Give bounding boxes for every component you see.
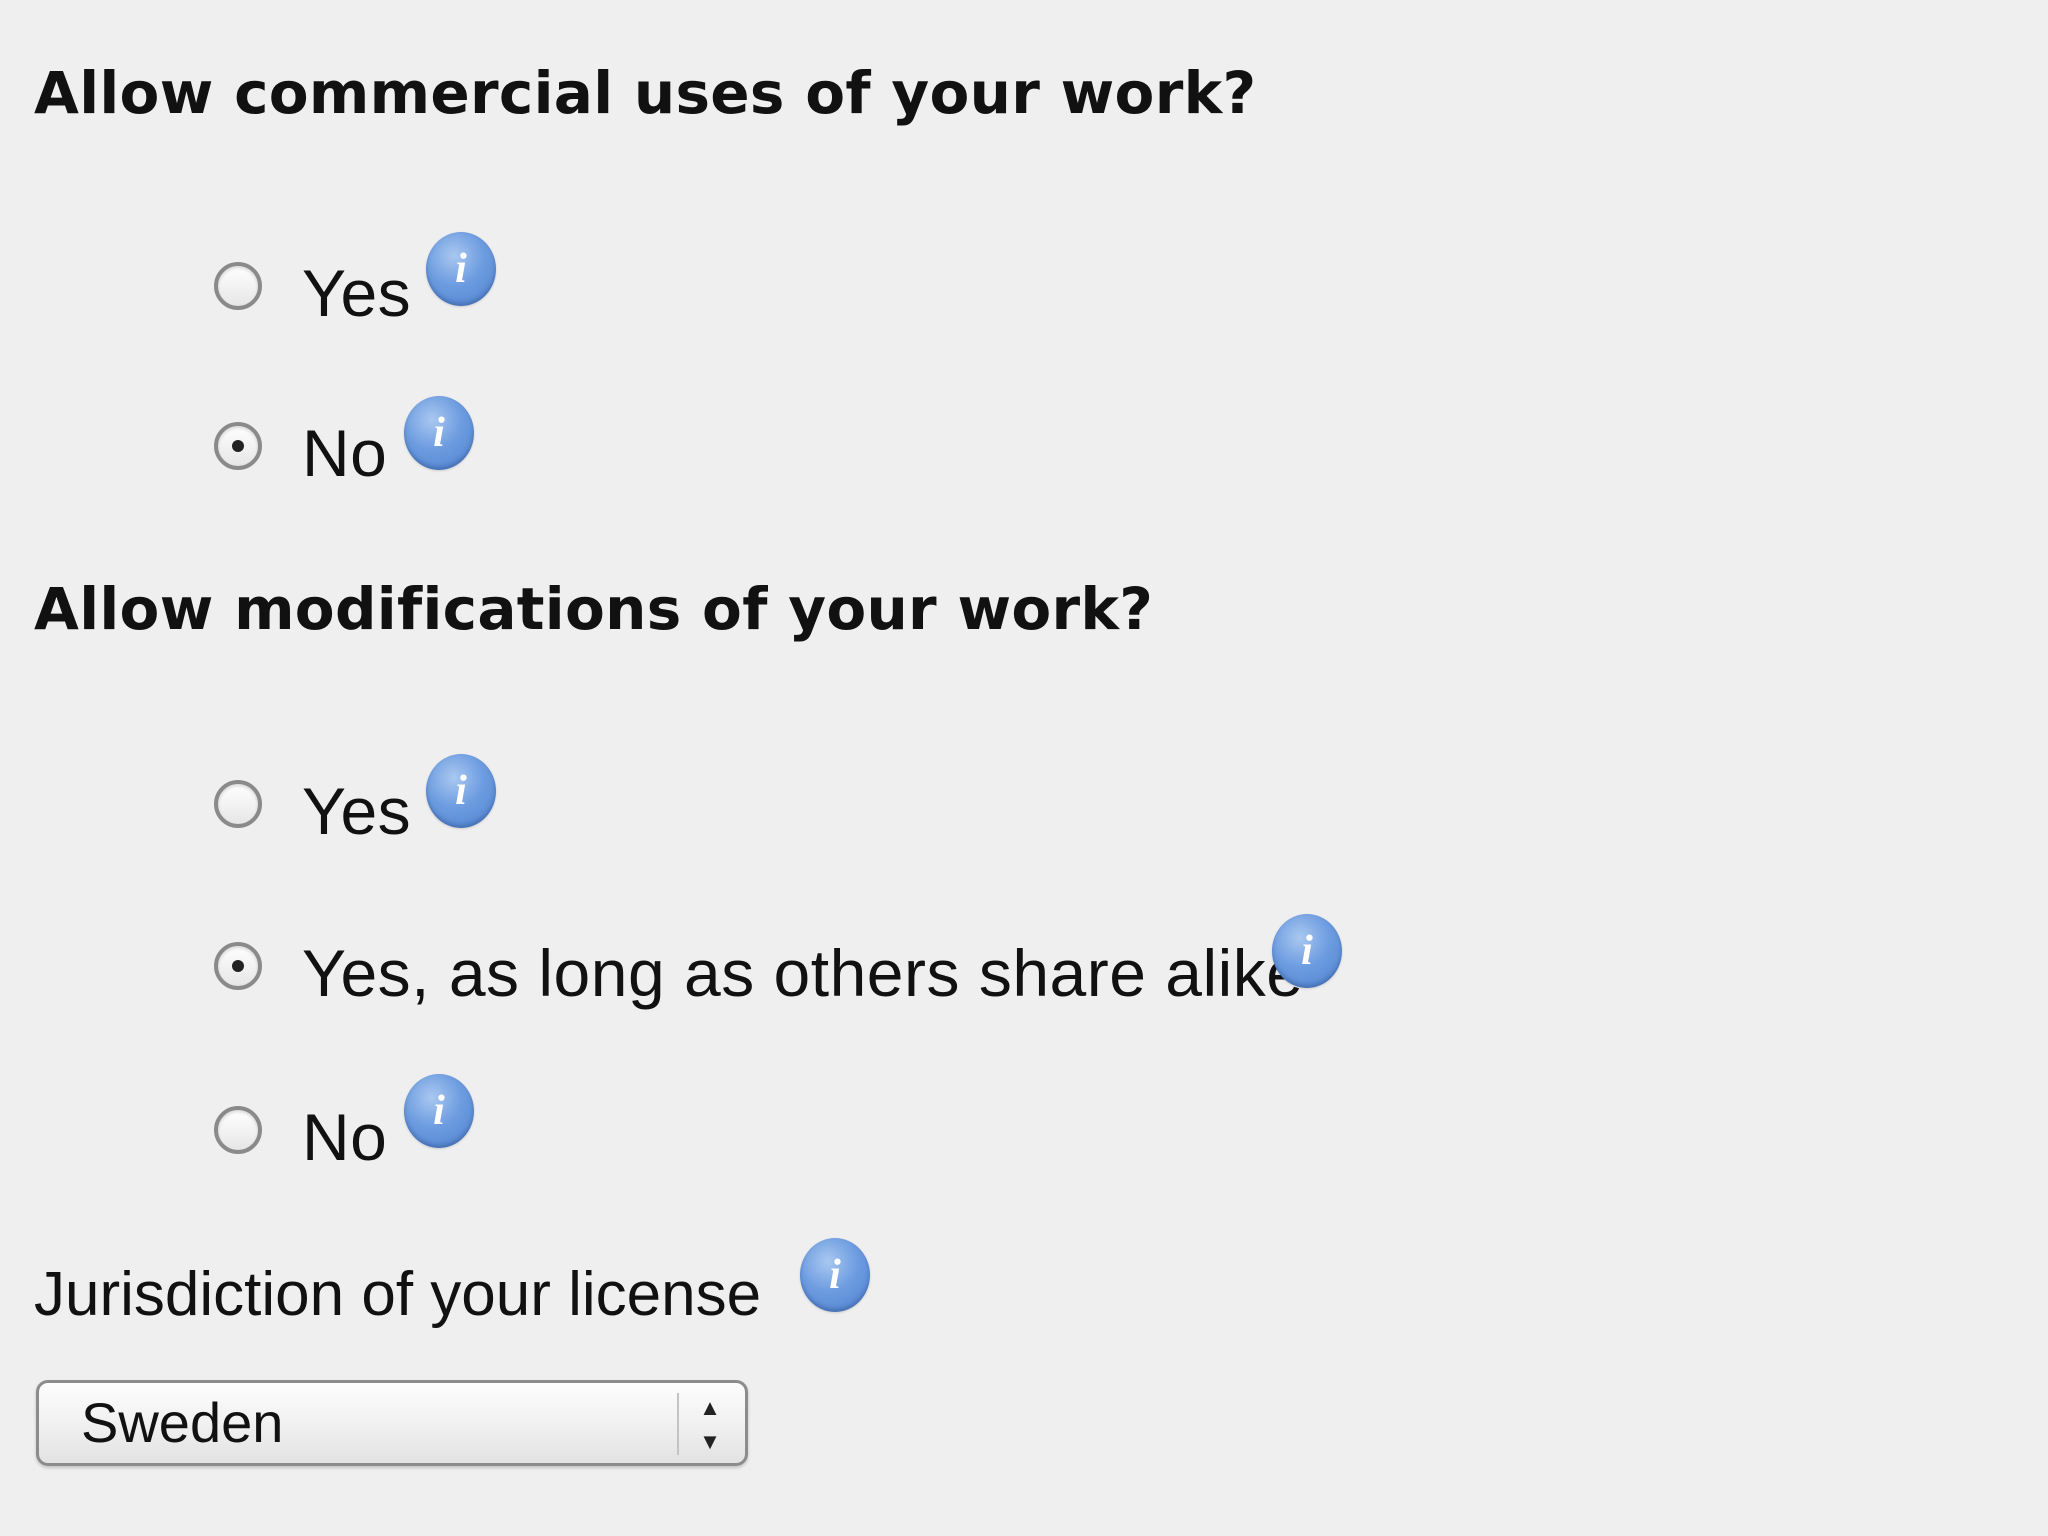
modifications-question-heading: Allow modifications of your work? [34,575,1154,643]
commercial-yes-info-icon[interactable]: i [426,232,496,306]
chevron-down-icon: ▼ [699,1429,721,1454]
commercial-yes-label[interactable]: Yes [302,260,411,326]
commercial-no-radio[interactable] [214,422,262,470]
commercial-question-heading: Allow commercial uses of your work? [34,59,1257,127]
modifications-share-alike-info-icon[interactable]: i [1272,914,1342,988]
commercial-no-label[interactable]: No [302,420,387,486]
jurisdiction-selected-value: Sweden [81,1391,284,1454]
modifications-yes-label[interactable]: Yes [302,778,411,844]
modifications-no-label[interactable]: No [302,1104,387,1170]
modifications-yes-info-icon[interactable]: i [426,754,496,828]
radio-selected-dot [232,440,244,452]
select-divider [677,1393,679,1455]
jurisdiction-info-icon[interactable]: i [800,1238,870,1312]
commercial-no-info-icon[interactable]: i [404,396,474,470]
chevron-up-icon: ▲ [699,1395,721,1420]
radio-selected-dot [232,960,244,972]
modifications-no-info-icon[interactable]: i [404,1074,474,1148]
jurisdiction-label: Jurisdiction of your license [34,1260,762,1329]
modifications-share-alike-radio[interactable] [214,942,262,990]
commercial-yes-radio[interactable] [214,262,262,310]
modifications-share-alike-label[interactable]: Yes, as long as others share alike [302,940,1304,1006]
select-arrows-icon: ▲ ▼ [695,1397,725,1453]
modifications-no-radio[interactable] [214,1106,262,1154]
modifications-yes-radio[interactable] [214,780,262,828]
jurisdiction-select[interactable]: Sweden ▲ ▼ [36,1380,748,1466]
